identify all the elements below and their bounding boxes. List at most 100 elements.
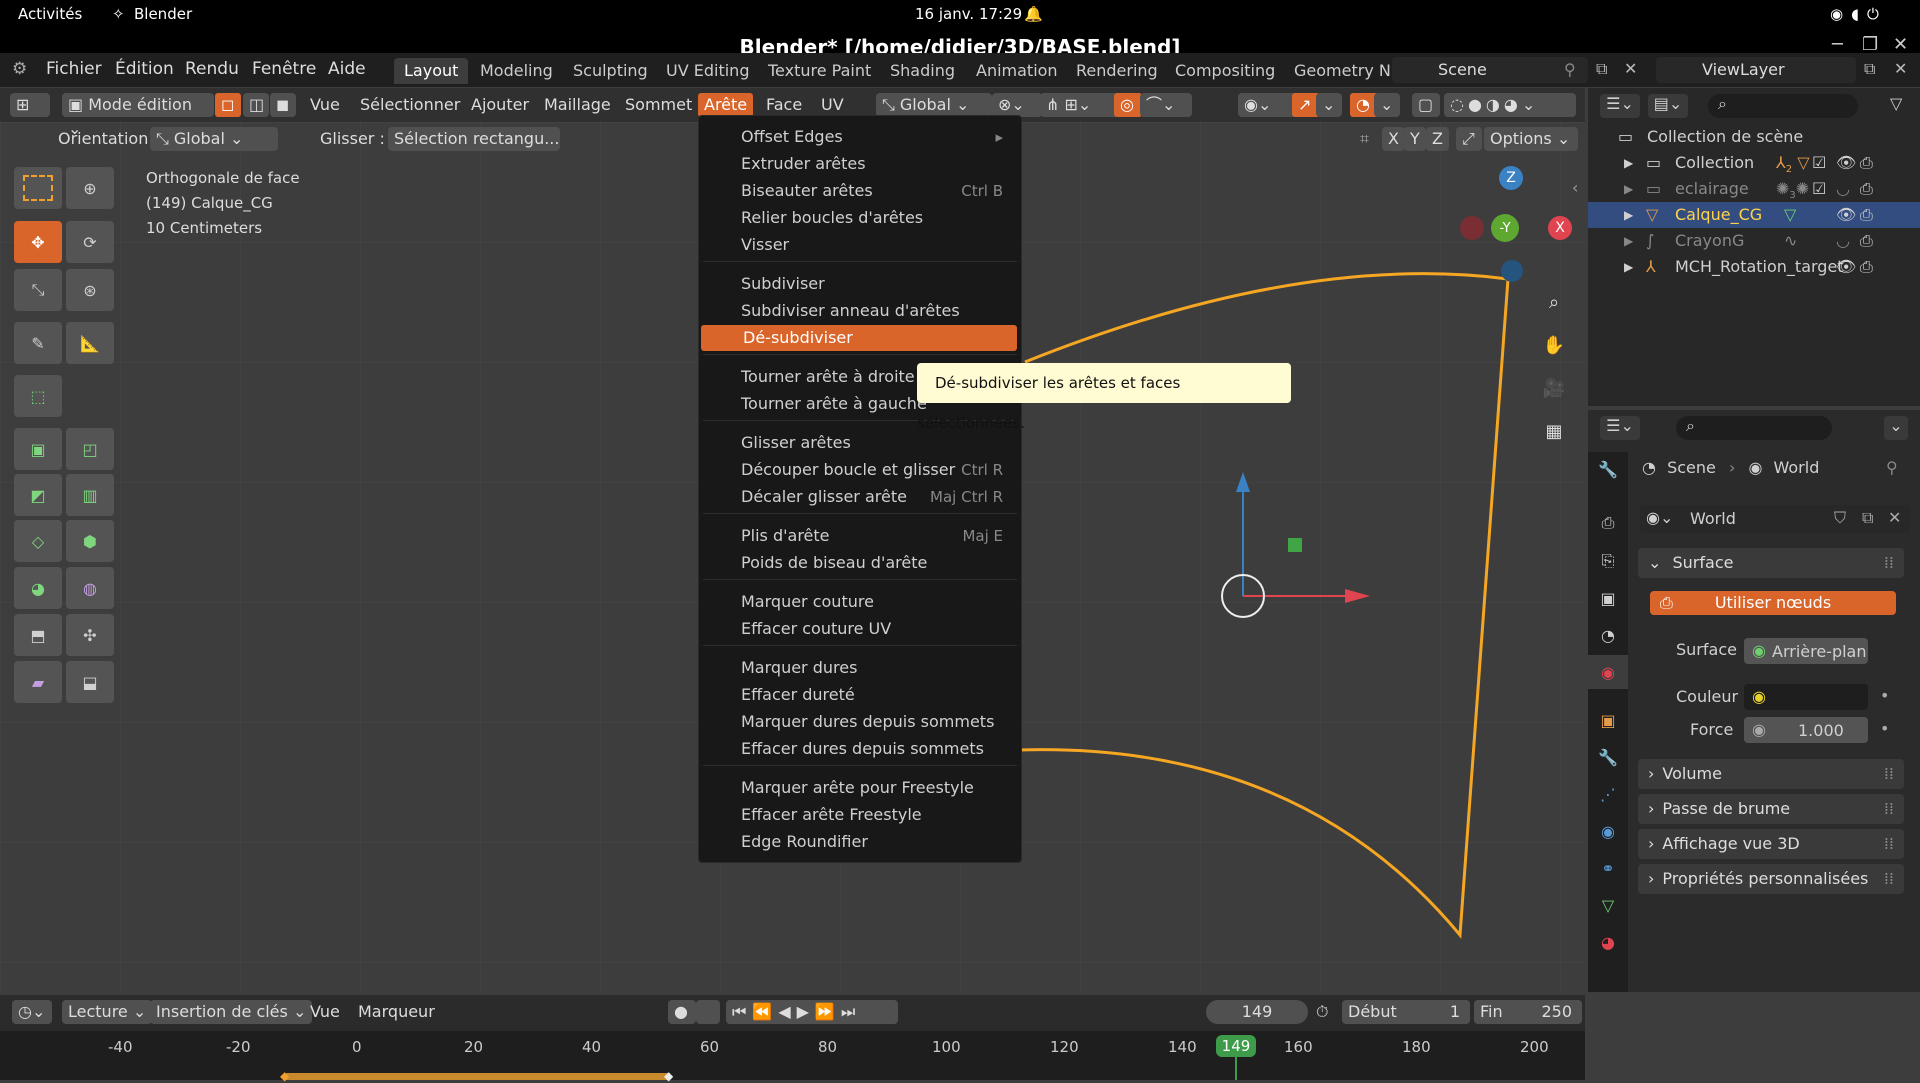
menu-arete[interactable]: Arête	[698, 93, 754, 117]
smooth-tool[interactable]: ◍	[66, 567, 114, 609]
expand-icon[interactable]: ▶	[1624, 150, 1633, 176]
inset-tool[interactable]: ◰	[66, 428, 114, 470]
camera-icon[interactable]: ⎙	[1860, 150, 1873, 176]
menu-face[interactable]: Face	[760, 93, 808, 117]
surface-shader-field[interactable]: ◉ Arrière-plan	[1744, 638, 1868, 664]
mirror-z[interactable]: Z	[1426, 127, 1449, 151]
camera-view-icon[interactable]: 🎥	[1537, 371, 1571, 405]
mist-panel-header[interactable]: › Passe de brume ⁞⁞	[1638, 794, 1904, 824]
menu-fenetre[interactable]: Fenêtre	[252, 59, 316, 79]
delete-scene-icon[interactable]: ✕	[1624, 59, 1637, 78]
view-layer-tab-icon[interactable]: ▣	[1588, 581, 1628, 615]
blender-logo-icon[interactable]: ⚙	[12, 59, 27, 79]
edge-menu-item[interactable]: Découper boucle et glisser Ctrl R	[699, 457, 1021, 483]
app-menu[interactable]: Blender	[134, 5, 192, 23]
editor-type-icon[interactable]: ⊞	[10, 93, 50, 117]
edge-menu-item[interactable]: Extruder arêtes	[699, 151, 1021, 177]
record-icon[interactable]: ●	[668, 1000, 696, 1024]
properties-editor-icon[interactable]: ☰⌄	[1600, 416, 1640, 440]
mirror-icon[interactable]: ⌗	[1354, 127, 1375, 151]
eye-icon[interactable]: 👁	[1836, 150, 1856, 176]
color-field[interactable]: ◉	[1744, 684, 1868, 710]
drag-handle-icon[interactable]: ⁞⁞	[1884, 759, 1894, 789]
world-tab-icon[interactable]: ◉	[1588, 655, 1628, 689]
scale-tool[interactable]: ⤡	[14, 269, 62, 311]
tab-sculpting[interactable]: Sculpting	[563, 58, 658, 84]
tab-animation[interactable]: Animation	[966, 58, 1068, 84]
timeline-ruler[interactable]: -40 -20 0 20 40 60 80 100 120 140 149 16…	[0, 1031, 1585, 1083]
gizmo-neg-z[interactable]	[1501, 260, 1523, 282]
edge-select-icon[interactable]: ◫	[243, 93, 269, 117]
scene-tab-icon[interactable]: ◔	[1588, 618, 1628, 652]
playhead-line[interactable]	[1235, 1057, 1237, 1080]
measure-tool[interactable]: 📐	[66, 322, 114, 364]
checkbox-icon[interactable]: ☑	[1812, 150, 1826, 176]
gizmo-x[interactable]: X	[1548, 216, 1572, 240]
select-box-tool[interactable]	[14, 167, 62, 209]
scene-selector[interactable]: Scene ⚲	[1392, 57, 1588, 83]
world-datablock-selector[interactable]: ◉⌄ World ⛉ ⧉ ✕	[1640, 505, 1910, 533]
delete-viewlayer-icon[interactable]: ✕	[1894, 59, 1907, 78]
use-nodes-button[interactable]: ⎙ Utiliser nœuds	[1650, 591, 1896, 615]
new-world-icon[interactable]: ⧉	[1862, 508, 1873, 528]
snap-icon[interactable]: ⋔ ⊞⌄	[1040, 93, 1122, 117]
bevel-tool[interactable]: ◩	[14, 474, 62, 516]
playback-controls[interactable]: ⏮⏪◀▶⏩⏭	[726, 1000, 898, 1024]
expand-icon[interactable]: ▶	[1624, 254, 1633, 280]
pin-icon[interactable]: ⚲	[1564, 60, 1576, 79]
orientation-dropdown[interactable]: ⤡ Global ⌄	[150, 127, 278, 151]
minimize-icon[interactable]: ─	[1832, 34, 1843, 55]
shrink-fatten-tool[interactable]: ✣	[66, 614, 114, 656]
keyframe-dot-icon[interactable]: •	[1880, 719, 1889, 738]
preview-range-icon[interactable]: ⏱	[1310, 1000, 1334, 1024]
edge-menu-item[interactable]: Effacer arête Freestyle	[699, 802, 1021, 828]
edge-menu-item[interactable]: Dé-subdiviser	[701, 325, 1017, 351]
vertex-select-icon[interactable]: ◻	[215, 93, 241, 117]
eye-icon[interactable]: 👁	[1836, 202, 1856, 228]
outliner-item-mch-rotation-target[interactable]: ▶ ⅄ MCH_Rotation_target 👁 ⎙	[1588, 254, 1920, 280]
tab-compositing[interactable]: Compositing	[1165, 58, 1285, 84]
menu-aide[interactable]: Aide	[328, 59, 366, 79]
edge-menu-item[interactable]: Plis d'arête Maj E	[699, 523, 1021, 549]
edge-menu-item[interactable]: Subdiviser anneau d'arêtes	[699, 298, 1021, 324]
keying-menu[interactable]: Insertion de clés ⌄	[150, 1000, 313, 1024]
shear-tool[interactable]: ▰	[14, 661, 62, 703]
expand-icon[interactable]: ▶	[1624, 202, 1633, 228]
modifier-tab-icon[interactable]: 🔧	[1588, 740, 1628, 774]
extrude-tool[interactable]: ▣	[14, 428, 62, 470]
display-mode-icon[interactable]: ▤⌄	[1648, 94, 1688, 118]
edge-menu-item[interactable]: Effacer dures depuis sommets	[699, 736, 1021, 762]
expand-icon[interactable]: ▶	[1624, 228, 1633, 254]
drag-handle-icon[interactable]: ⁞⁞	[1884, 864, 1894, 894]
current-frame-field[interactable]: 149	[1206, 1000, 1308, 1024]
end-frame-field[interactable]: Fin 250	[1474, 1000, 1582, 1024]
mode-selector[interactable]: ▣ Mode édition ⌄	[62, 93, 214, 138]
viewport-display-panel-header[interactable]: › Affichage vue 3D ⁞⁞	[1638, 829, 1904, 859]
render-tab-icon[interactable]: ⎙	[1588, 506, 1628, 540]
edge-menu-item[interactable]: Effacer dureté	[699, 682, 1021, 708]
start-frame-field[interactable]: Début 1	[1342, 1000, 1470, 1024]
checkbox-icon[interactable]: ☑	[1812, 176, 1826, 202]
camera-icon[interactable]: ⎙	[1860, 228, 1873, 254]
knife-tool[interactable]: ◇	[14, 520, 62, 562]
close-icon[interactable]: ✕	[1893, 34, 1908, 55]
tab-layout[interactable]: Layout	[394, 58, 469, 84]
camera-icon[interactable]: ⎙	[1860, 202, 1873, 228]
tab-uv-editing[interactable]: UV Editing	[656, 58, 759, 84]
rip-tool[interactable]: ⬓	[66, 661, 114, 703]
tab-geometry-nodes[interactable]: Geometry N	[1284, 58, 1396, 84]
menu-sommet[interactable]: Sommet	[619, 93, 698, 117]
keyframe-dot-icon[interactable]: •	[1880, 686, 1889, 705]
mirror-x[interactable]: X	[1382, 127, 1405, 151]
loop-cut-tool[interactable]: ▥	[66, 474, 114, 516]
outliner-root[interactable]: ▭ Collection de scène	[1588, 124, 1920, 150]
mirror-y[interactable]: Y	[1404, 127, 1426, 151]
edge-menu-item[interactable]: Poids de biseau d'arête	[699, 550, 1021, 576]
physics-tab-icon[interactable]: ◉	[1588, 814, 1628, 848]
gizmo-neg-x[interactable]	[1460, 216, 1484, 240]
timeline-view-menu[interactable]: Vue	[304, 1000, 346, 1024]
edge-menu-item[interactable]: Edge Roundifier	[699, 829, 1021, 855]
eye-icon[interactable]: 👁	[1836, 254, 1856, 280]
ortho-grid-icon[interactable]: ▦	[1537, 414, 1571, 448]
spin-tool[interactable]: ◕	[14, 567, 62, 609]
